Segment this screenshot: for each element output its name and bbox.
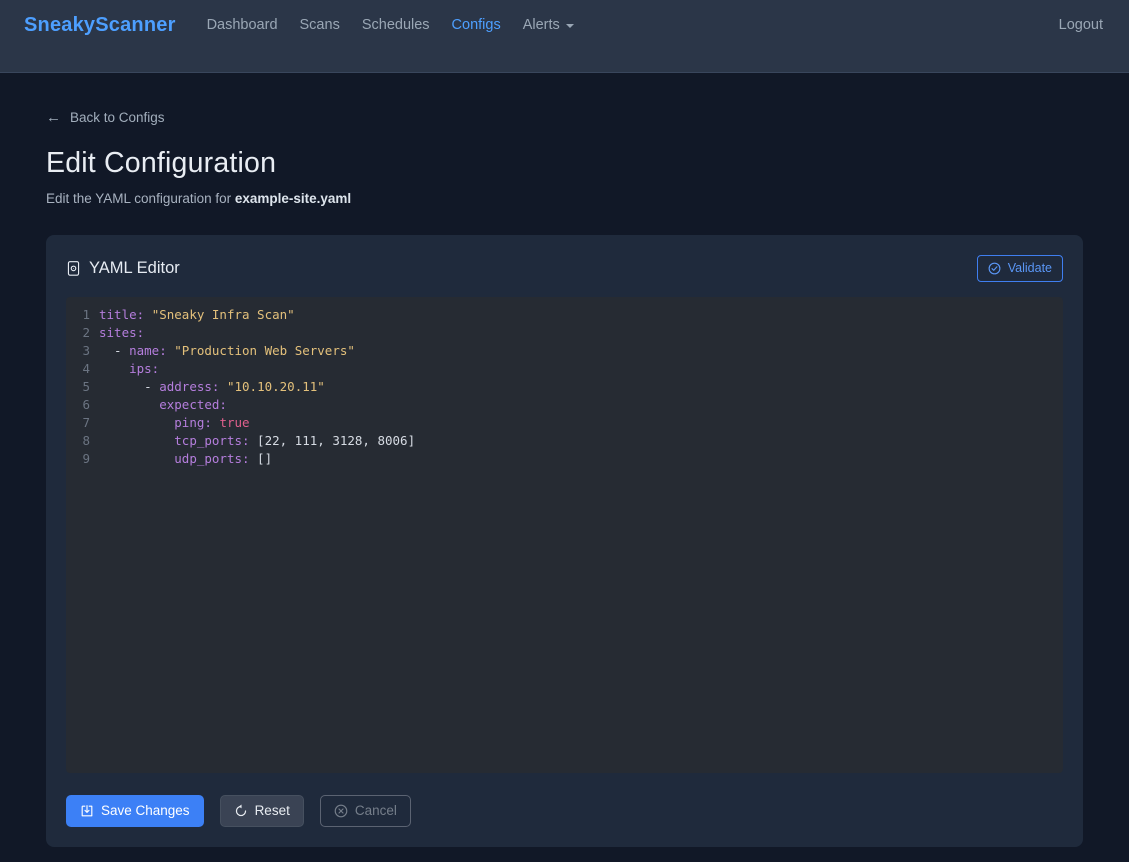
logout-link[interactable]: Logout: [1057, 13, 1105, 37]
config-filename: example-site.yaml: [235, 191, 351, 206]
navbar: SneakyScanner DashboardScansSchedulesCon…: [0, 0, 1129, 73]
validate-label: Validate: [1008, 262, 1052, 275]
x-circle-icon: [334, 804, 348, 818]
code-text: udp_ports: []: [99, 450, 272, 468]
line-number: 8: [76, 432, 90, 450]
code-line: 9 udp_ports: []: [76, 450, 1053, 468]
caret-down-icon: [566, 24, 574, 28]
code-line: 3 - name: "Production Web Servers": [76, 342, 1053, 360]
arrow-left-icon: ←: [46, 110, 61, 125]
code-line: 5 - address: "10.10.20.11": [76, 378, 1053, 396]
nav-item-configs[interactable]: Configs: [441, 13, 512, 37]
code-text: - name: "Production Web Servers": [99, 342, 355, 360]
back-link-label: Back to Configs: [70, 110, 165, 125]
validate-button[interactable]: Validate: [977, 255, 1063, 282]
nav-item-schedules[interactable]: Schedules: [351, 13, 441, 37]
code-text: ping: true: [99, 414, 250, 432]
reset-arrow-icon: [234, 804, 248, 818]
save-icon: [80, 804, 94, 818]
code-text: ips:: [99, 360, 159, 378]
code-line: 1 title: "Sneaky Infra Scan": [76, 306, 1053, 324]
cancel-label: Cancel: [355, 804, 397, 818]
page-subtitle: Edit the YAML configuration for example-…: [46, 191, 1083, 206]
nav-links: DashboardScansSchedulesConfigsAlerts: [196, 13, 585, 37]
code-line: 2 sites:: [76, 324, 1053, 342]
line-number: 2: [76, 324, 90, 342]
line-number: 3: [76, 342, 90, 360]
code-line: 6 expected:: [76, 396, 1053, 414]
subtitle-text: Edit the YAML configuration for: [46, 191, 235, 206]
save-changes-label: Save Changes: [101, 804, 190, 818]
line-number: 7: [76, 414, 90, 432]
main-container: ← Back to Configs Edit Configuration Edi…: [46, 73, 1083, 847]
code-text: tcp_ports: [22, 111, 3128, 8006]: [99, 432, 415, 450]
code-text: expected:: [99, 396, 227, 414]
action-buttons: Save Changes Reset Cance: [66, 795, 1063, 827]
line-number: 1: [76, 306, 90, 324]
back-to-configs-link[interactable]: ← Back to Configs: [46, 110, 165, 125]
nav-item-scans[interactable]: Scans: [289, 13, 351, 37]
check-circle-icon: [988, 262, 1001, 275]
nav-item-dashboard[interactable]: Dashboard: [196, 13, 289, 37]
line-number: 6: [76, 396, 90, 414]
brand-link[interactable]: SneakyScanner: [24, 14, 176, 37]
line-number: 4: [76, 360, 90, 378]
file-code-icon: [66, 260, 81, 277]
nav-item-alerts[interactable]: Alerts: [512, 13, 585, 37]
code-text: title: "Sneaky Infra Scan": [99, 306, 295, 324]
code-line: 4 ips:: [76, 360, 1053, 378]
card-title: YAML Editor: [66, 259, 180, 278]
code-text: - address: "10.10.20.11": [99, 378, 325, 396]
line-number: 9: [76, 450, 90, 468]
page-title: Edit Configuration: [46, 147, 1083, 180]
card-header: YAML Editor Validate: [66, 255, 1063, 282]
code-line: 8 tcp_ports: [22, 111, 3128, 8006]: [76, 432, 1053, 450]
reset-button[interactable]: Reset: [220, 795, 304, 827]
line-number: 5: [76, 378, 90, 396]
cancel-button[interactable]: Cancel: [320, 795, 411, 827]
reset-label: Reset: [255, 804, 290, 818]
card-title-label: YAML Editor: [89, 259, 180, 278]
code-text: sites:: [99, 324, 144, 342]
save-changes-button[interactable]: Save Changes: [66, 795, 204, 827]
yaml-editor-card: YAML Editor Validate 1 title: "Sneaky Inf…: [46, 235, 1083, 847]
code-line: 7 ping: true: [76, 414, 1053, 432]
yaml-code-editor[interactable]: 1title: "Sneaky Infra Scan"2sites:3 - na…: [66, 297, 1063, 773]
